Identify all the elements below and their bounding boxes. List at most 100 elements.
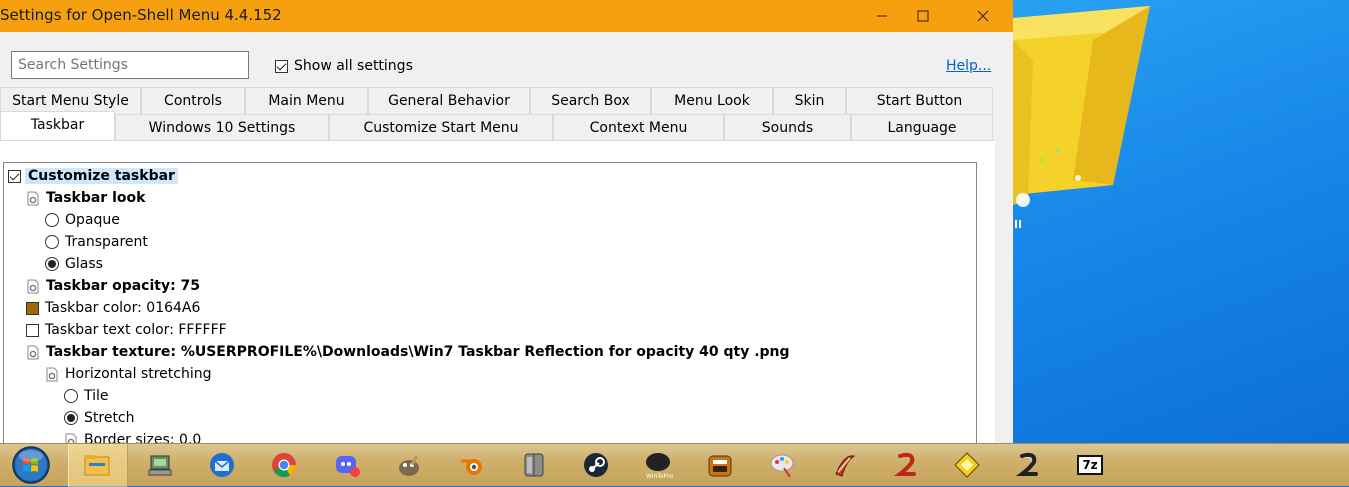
- steam-button[interactable]: [579, 448, 613, 482]
- tree-row-taskbar-color[interactable]: Taskbar color: 0164A6: [26, 297, 200, 319]
- wardrobe-app-icon: [524, 453, 544, 477]
- paint-app-button[interactable]: [766, 448, 800, 482]
- game-app-icon: [708, 455, 732, 477]
- red-app-button[interactable]: [890, 448, 924, 482]
- taskbar-opacity-label: Taskbar opacity: 75: [46, 278, 201, 294]
- show-all-settings-checkbox[interactable]: Show all settings: [275, 58, 413, 74]
- taskbar-text-color-swatch[interactable]: [26, 323, 39, 337]
- tab-taskbar[interactable]: Taskbar: [0, 111, 115, 140]
- dark-app-icon: [1016, 452, 1038, 476]
- yellow-diamond-app-button[interactable]: [950, 448, 984, 482]
- thunderbird-button[interactable]: [205, 448, 239, 482]
- taskbar-texture-label: Taskbar texture: %USERPROFILE%\Downloads…: [46, 344, 790, 360]
- game-app-button[interactable]: [703, 448, 737, 482]
- tree-row-transparent[interactable]: Transparent: [45, 231, 148, 253]
- help-link[interactable]: Help...: [946, 58, 991, 74]
- tree-row-taskbar-texture[interactable]: Taskbar texture: %USERPROFILE%\Downloads…: [26, 341, 790, 363]
- setting-gear-icon: [27, 191, 39, 205]
- tab-windows-10-settings[interactable]: Windows 10 Settings: [115, 114, 329, 141]
- setting-gear-icon: [46, 367, 58, 381]
- show-all-label: Show all settings: [294, 58, 413, 74]
- tab-general-behavior[interactable]: General Behavior: [368, 87, 530, 114]
- tree-row-taskbar-opacity[interactable]: Taskbar opacity: 75: [26, 275, 200, 297]
- chrome-button[interactable]: [267, 448, 301, 482]
- tab-start-menu-style[interactable]: Start Menu Style: [0, 87, 141, 114]
- tree-row-opaque[interactable]: Opaque: [45, 209, 120, 231]
- paint-app-icon: [770, 454, 794, 478]
- stretch-label: Stretch: [84, 410, 135, 426]
- transparent-label: Transparent: [65, 234, 148, 250]
- tab-row-1: Start Menu Style Controls Main Menu Gene…: [0, 87, 995, 114]
- svg-text:WinToPro: WinToPro: [646, 473, 673, 480]
- taskbar-text-color-label: Taskbar text color: FFFFFF: [45, 322, 227, 338]
- setting-gear-icon: [65, 433, 77, 443]
- tree-row-stretch[interactable]: Stretch: [64, 407, 135, 429]
- tree-row-tile[interactable]: Tile: [64, 385, 109, 407]
- customize-taskbar-label: Customize taskbar: [25, 168, 178, 184]
- glass-radio[interactable]: [45, 257, 59, 271]
- setting-gear-icon: [27, 345, 39, 359]
- tab-main-menu[interactable]: Main Menu: [245, 87, 368, 114]
- tab-row-2: Taskbar Windows 10 Settings Customize St…: [0, 111, 995, 141]
- transparent-radio[interactable]: [45, 235, 59, 249]
- tab-sounds[interactable]: Sounds: [724, 114, 851, 141]
- tab-skin[interactable]: Skin: [773, 87, 846, 114]
- tree-row-taskbar-text-color[interactable]: Taskbar text color: FFFFFF: [26, 319, 227, 341]
- setting-gear-icon: [27, 279, 39, 293]
- search-settings-input[interactable]: [11, 51, 249, 79]
- device-manager-icon: [148, 455, 172, 476]
- tree-row-border-sizes[interactable]: Border sizes: 0,0: [64, 429, 201, 443]
- tile-label: Tile: [84, 388, 109, 404]
- dark-app-button[interactable]: [1012, 448, 1046, 482]
- tab-menu-look[interactable]: Menu Look: [651, 87, 773, 114]
- maximize-button[interactable]: [898, 0, 948, 32]
- wardrobe-app-button[interactable]: [517, 448, 551, 482]
- minimize-icon: [877, 15, 887, 17]
- opaque-radio[interactable]: [45, 213, 59, 227]
- chrome-icon: [272, 453, 296, 478]
- settings-tree[interactable]: Customize taskbar Taskbar look Opaque Tr…: [3, 162, 977, 443]
- discord-icon: [336, 456, 360, 477]
- 7zip-label: 7z: [1082, 458, 1098, 472]
- device-manager-button[interactable]: [143, 448, 177, 482]
- stretch-radio[interactable]: [64, 411, 78, 425]
- tree-row-glass[interactable]: Glass: [45, 253, 103, 275]
- tree-row-customize-taskbar[interactable]: Customize taskbar: [8, 165, 178, 187]
- thunderbird-icon: [210, 453, 234, 477]
- title-bar[interactable]: Settings for Open-Shell Menu 4.4.152: [0, 0, 1013, 32]
- taskbar: WinToPro 7z: [0, 443, 1349, 487]
- border-sizes-label: Border sizes: 0,0: [84, 432, 202, 443]
- window-client-area: Show all settings Help... Start Menu Sty…: [0, 32, 1013, 443]
- taskbar-color-swatch[interactable]: [26, 301, 39, 315]
- tree-row-taskbar-look[interactable]: Taskbar look: [26, 187, 145, 209]
- taskbar-color-label: Taskbar color: 0164A6: [45, 300, 201, 316]
- opaque-label: Opaque: [65, 212, 120, 228]
- tile-radio[interactable]: [64, 389, 78, 403]
- gimp-button[interactable]: [392, 448, 426, 482]
- blender-button[interactable]: [455, 448, 489, 482]
- tab-context-menu[interactable]: Context Menu: [553, 114, 724, 141]
- taskbar-settings-panel: Customize taskbar Taskbar look Opaque Tr…: [0, 140, 995, 443]
- window-title: Settings for Open-Shell Menu 4.4.152: [0, 6, 282, 24]
- customize-taskbar-checkbox[interactable]: [8, 169, 21, 183]
- windows7-wallpaper: [1013, 6, 1150, 228]
- tab-search-box[interactable]: Search Box: [530, 87, 651, 114]
- tab-start-button[interactable]: Start Button: [846, 87, 993, 114]
- 7zip-icon: 7z: [1077, 455, 1103, 475]
- tree-row-horizontal-stretching[interactable]: Horizontal stretching: [45, 363, 212, 385]
- 7zip-button[interactable]: 7z: [1073, 448, 1107, 482]
- file-explorer-button[interactable]: [80, 448, 114, 482]
- winaero-tweaker-button[interactable]: WinToPro: [641, 448, 675, 482]
- show-all-checkbox-box[interactable]: [275, 59, 288, 73]
- start-orb-icon[interactable]: [9, 445, 53, 485]
- pen-app-button[interactable]: [828, 448, 862, 482]
- discord-button[interactable]: [330, 448, 364, 482]
- tab-language[interactable]: Language: [851, 114, 993, 141]
- close-button[interactable]: [958, 0, 1008, 32]
- pen-app-icon: [835, 455, 856, 477]
- red-app-icon: [894, 452, 916, 476]
- tab-controls[interactable]: Controls: [141, 87, 245, 114]
- desktop-background: [1013, 0, 1349, 443]
- tab-customize-start-menu[interactable]: Customize Start Menu: [329, 114, 553, 141]
- close-icon: [977, 10, 989, 22]
